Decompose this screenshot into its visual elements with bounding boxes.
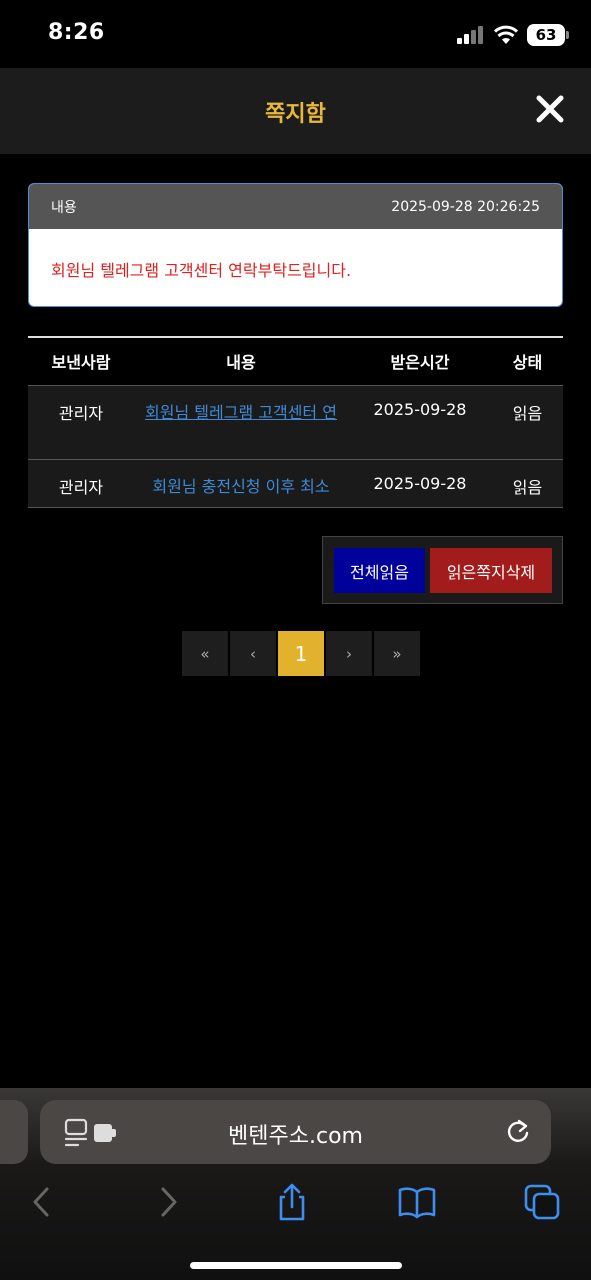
message-link[interactable]: 회원님 텔레그램 고객센터 연	[145, 403, 337, 422]
next-page-button[interactable]: ›	[326, 631, 372, 676]
status-bar: 8:26 63	[0, 0, 591, 68]
table-row[interactable]: 관리자 회원님 텔레그램 고객센터 연 2025-09-28 읽음	[28, 385, 563, 460]
forward-icon[interactable]	[148, 1182, 188, 1222]
page-title: 쪽지함	[265, 102, 326, 127]
page-button-current[interactable]: 1	[278, 631, 324, 676]
home-indicator	[190, 1262, 402, 1269]
column-header-received-time: 받은시간	[348, 337, 492, 386]
signal-icon	[457, 26, 483, 44]
share-icon[interactable]	[272, 1182, 312, 1222]
column-header-content: 내용	[134, 337, 348, 386]
table-header-row: 보낸사람 내용 받은시간 상태	[28, 337, 563, 386]
first-page-button[interactable]: «	[182, 631, 228, 676]
message-detail-header: 내용 2025-09-28 20:26:25	[29, 184, 562, 229]
status-icons: 63	[457, 22, 569, 48]
pagination: « ‹ 1 › »	[182, 631, 420, 676]
tabs-icon[interactable]	[522, 1182, 562, 1222]
bookmarks-icon[interactable]	[397, 1182, 437, 1222]
last-page-button[interactable]: »	[374, 631, 420, 676]
cell-date: 2025-09-28	[348, 459, 492, 508]
table-row[interactable]: 관리자 회원님 충전신청 이후 최소 2025-09-28 읽음	[28, 459, 563, 508]
messages-table: 보낸사람 내용 받은시간 상태 관리자 회원님 텔레그램 고객센터 연 2025…	[28, 336, 563, 508]
message-detail-panel: 내용 2025-09-28 20:26:25 회원님 텔레그램 고객센터 연락부…	[28, 183, 563, 307]
cell-content: 회원님 텔레그램 고객센터 연	[134, 385, 348, 460]
back-icon[interactable]	[22, 1182, 62, 1222]
close-icon[interactable]	[535, 94, 565, 124]
action-bar: 전체읽음 읽은쪽지삭제	[322, 536, 563, 604]
battery-indicator: 63	[527, 24, 569, 46]
cell-status: 읽음	[492, 459, 563, 508]
delete-read-button[interactable]: 읽은쪽지삭제	[430, 548, 552, 593]
message-detail-body: 회원님 텔레그램 고객센터 연락부탁드립니다.	[51, 261, 352, 280]
message-detail-datetime: 2025-09-28 20:26:25	[391, 198, 540, 215]
previous-tab-peek[interactable]	[0, 1100, 28, 1164]
reload-icon[interactable]	[505, 1118, 531, 1146]
browser-toolbar	[0, 1182, 591, 1222]
message-detail-label: 내용	[51, 199, 77, 216]
column-header-sender: 보낸사람	[28, 337, 134, 386]
status-time: 8:26	[48, 20, 105, 45]
cell-sender: 관리자	[28, 385, 134, 460]
prev-page-button[interactable]: ‹	[230, 631, 276, 676]
wifi-icon	[493, 25, 519, 44]
address-bar[interactable]: 벤텐주소.com	[40, 1100, 551, 1164]
cell-sender: 관리자	[28, 459, 134, 508]
url-text: 벤텐주소.com	[228, 1124, 363, 1149]
cell-content: 회원님 충전신청 이후 최소	[134, 459, 348, 508]
message-link[interactable]: 회원님 충전신청 이후 최소	[152, 477, 329, 496]
column-header-status: 상태	[492, 337, 563, 386]
browser-bottom-bar: 벤텐주소.com	[0, 1088, 591, 1280]
cell-status: 읽음	[492, 385, 563, 460]
read-all-button[interactable]: 전체읽음	[334, 548, 425, 593]
cell-date: 2025-09-28	[348, 385, 492, 460]
page-header: 쪽지함	[0, 68, 591, 154]
